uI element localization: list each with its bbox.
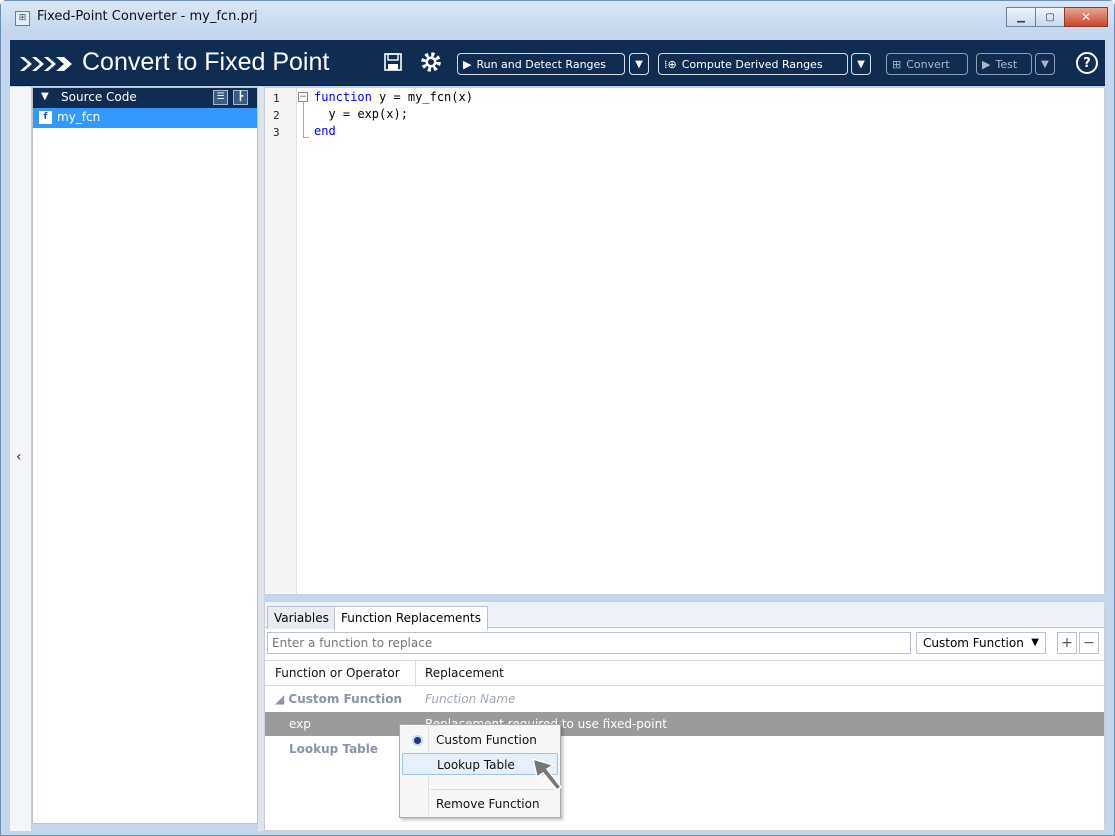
menu-item-label: Remove Function bbox=[436, 797, 540, 811]
column-header-function[interactable]: Function or Operator bbox=[275, 666, 400, 680]
help-icon[interactable]: ? bbox=[1076, 52, 1098, 74]
workflow-logo-icon bbox=[20, 57, 72, 71]
convert-button[interactable]: ⊞ Convert bbox=[886, 53, 968, 75]
replacement-type-value: Custom Function bbox=[923, 636, 1024, 650]
chevron-down-icon: ▼ bbox=[1031, 637, 1039, 648]
column-header-replacement[interactable]: Replacement bbox=[425, 666, 504, 680]
compute-icon: ⁞⊕ bbox=[664, 57, 677, 71]
page-title: Convert to Fixed Point bbox=[82, 48, 330, 76]
close-icon[interactable]: ✕ bbox=[1064, 7, 1108, 27]
source-code-panel: ▼ Source Code ☰ ┣ f my_fcn bbox=[32, 87, 258, 824]
play-icon: ▶ bbox=[463, 57, 472, 71]
compute-options-dropdown[interactable]: ▼ bbox=[851, 53, 871, 75]
add-function-button[interactable]: + bbox=[1057, 632, 1077, 654]
fold-toggle-icon[interactable]: − bbox=[298, 92, 308, 102]
toolbar: Convert to Fixed Point ▶ Run and Detect … bbox=[10, 40, 1105, 86]
function-search-input[interactable] bbox=[267, 632, 911, 654]
menu-item-custom-function[interactable]: Custom Function bbox=[402, 729, 558, 751]
app-icon: ⊞ bbox=[15, 11, 30, 26]
compute-derived-ranges-label: Compute Derived Ranges bbox=[681, 57, 823, 71]
line-number: 2 bbox=[273, 109, 280, 122]
list-view-icon[interactable]: ☰ bbox=[213, 90, 228, 105]
collapse-arrow-icon[interactable]: ‹ bbox=[16, 449, 22, 465]
table-header: Function or Operator Replacement bbox=[265, 660, 1104, 687]
function-cell: exp bbox=[289, 717, 311, 731]
fold-end bbox=[303, 137, 309, 138]
play-icon: ▶ bbox=[982, 57, 991, 71]
file-item-my-fcn[interactable]: f my_fcn bbox=[33, 108, 257, 128]
app-window: ⊞ Fixed-Point Converter - my_fcn.prj ▁ ▢… bbox=[0, 0, 1115, 836]
table-group-row[interactable]: Lookup Table bbox=[265, 738, 1104, 762]
line-number: 3 bbox=[273, 126, 280, 139]
gear-icon[interactable] bbox=[419, 50, 443, 74]
line-number: 1 bbox=[273, 92, 280, 105]
test-label: Test bbox=[995, 57, 1018, 71]
function-name-placeholder[interactable]: Function Name bbox=[425, 692, 515, 706]
table-row[interactable]: exp Replacement required to use fixed-po… bbox=[265, 712, 1104, 736]
function-file-icon: f bbox=[39, 111, 52, 124]
file-name: my_fcn bbox=[57, 110, 101, 124]
radio-selected-icon bbox=[414, 737, 421, 744]
code-editor[interactable]: 1 2 3 − function y = my_fcn(x) y = exp(x… bbox=[264, 87, 1105, 595]
convert-icon: ⊞ bbox=[892, 57, 902, 71]
convert-label: Convert bbox=[906, 57, 950, 71]
menu-item-remove-function[interactable]: Remove Function bbox=[402, 793, 558, 815]
test-options-dropdown[interactable]: ▼ bbox=[1035, 53, 1055, 75]
window-controls: ▁ ▢ ✕ bbox=[1006, 7, 1108, 29]
menu-item-label: Lookup Table bbox=[437, 758, 515, 772]
line-number-gutter: 1 2 3 bbox=[265, 88, 297, 594]
title-bar: ⊞ Fixed-Point Converter - my_fcn.prj ▁ ▢… bbox=[1, 1, 1114, 35]
tree-view-icon[interactable]: ┣ bbox=[233, 90, 248, 105]
column-separator bbox=[415, 661, 416, 687]
code-line: function y = my_fcn(x) bbox=[314, 90, 473, 104]
expand-triangle-icon[interactable]: ▼ bbox=[41, 91, 49, 102]
run-detect-ranges-label: Run and Detect Ranges bbox=[476, 57, 607, 71]
group-label: ◢ Custom Function bbox=[275, 692, 402, 706]
minimize-icon[interactable]: ▁ bbox=[1006, 7, 1036, 27]
compute-derived-ranges-button[interactable]: ⁞⊕ Compute Derived Ranges bbox=[658, 53, 848, 75]
mouse-cursor-icon bbox=[531, 757, 563, 792]
code-line: end bbox=[314, 124, 336, 138]
table-group-row[interactable]: ◢ Custom Function Function Name bbox=[265, 688, 1104, 712]
remove-function-button[interactable]: − bbox=[1079, 632, 1099, 654]
source-code-label: Source Code bbox=[61, 90, 137, 104]
tab-function-replacements[interactable]: Function Replacements bbox=[334, 606, 488, 630]
run-options-dropdown[interactable]: ▼ bbox=[629, 53, 649, 75]
menu-item-label: Custom Function bbox=[436, 733, 537, 747]
save-icon[interactable] bbox=[381, 50, 405, 74]
source-code-header[interactable]: ▼ Source Code ☰ ┣ bbox=[33, 88, 257, 108]
maximize-icon[interactable]: ▢ bbox=[1035, 7, 1065, 27]
code-line: y = exp(x); bbox=[314, 107, 408, 121]
replacement-type-select[interactable]: Custom Function ▼ bbox=[916, 632, 1046, 654]
run-detect-ranges-button[interactable]: ▶ Run and Detect Ranges bbox=[457, 53, 625, 75]
tab-variables[interactable]: Variables bbox=[267, 606, 336, 629]
window-title: Fixed-Point Converter - my_fcn.prj bbox=[37, 9, 258, 24]
bottom-panel: Variables Function Replacements Custom F… bbox=[264, 601, 1105, 831]
test-button[interactable]: ▶ Test bbox=[976, 53, 1032, 75]
fold-line bbox=[303, 102, 304, 137]
bottom-tabs: Variables Function Replacements bbox=[265, 602, 1104, 630]
group-label: Lookup Table bbox=[289, 742, 379, 756]
